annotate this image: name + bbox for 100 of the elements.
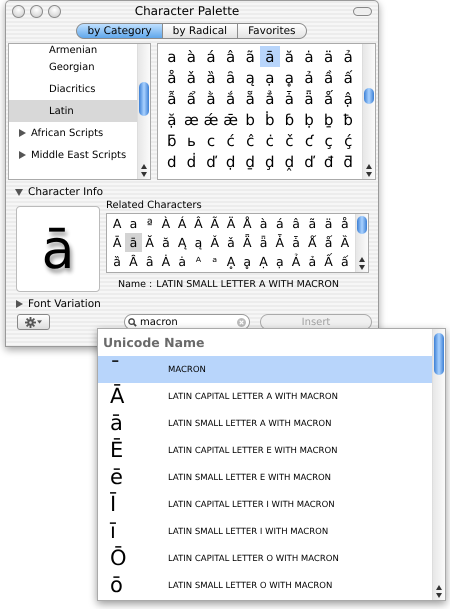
character-cell[interactable]: æ [182,109,202,130]
result-row[interactable]: Ō LATIN CAPITAL LETTER O WITH MACRON [98,545,432,572]
character-cell[interactable]: ạ [260,67,280,88]
scrollbar[interactable] [355,214,368,272]
disclosure-triangle-icon[interactable] [17,128,27,138]
character-cell[interactable]: A [109,214,126,233]
character-cell[interactable]: ả [299,67,319,88]
character-cell[interactable]: â [220,46,240,67]
character-cell[interactable]: Á [174,214,190,233]
scroll-up-arrow-icon[interactable] [359,257,365,262]
character-cell[interactable]: ḏ [240,151,260,172]
result-row[interactable]: Ā LATIN CAPITAL LETTER A WITH MACRON [98,383,432,410]
result-row[interactable]: ō LATIN SMALL LETTER O WITH MACRON [98,572,432,599]
character-cell[interactable]: ã [240,46,260,67]
character-cell[interactable]: ȁ [109,252,126,271]
character-cell[interactable]: ḁ [239,252,256,271]
character-cell[interactable]: á [272,214,288,233]
character-cell[interactable]: å [162,67,182,88]
tab[interactable]: by Radical [162,23,238,39]
character-cell[interactable]: à [182,46,202,67]
character-cell[interactable]: Ȁ [336,233,353,252]
character-cell[interactable]: ȧ [299,46,319,67]
character-cell[interactable]: ä [318,46,338,67]
scrollbar-thumb[interactable] [139,82,149,116]
character-cell[interactable]: ɓ [280,109,300,130]
character-cell[interactable]: ǡ [280,88,300,109]
category-group[interactable]: Middle East Scripts [9,144,137,166]
character-cell[interactable]: ǻ [320,233,337,252]
character-cell[interactable]: ḇ [318,109,338,130]
character-cell[interactable]: Ā [109,233,126,252]
character-cell[interactable]: ć [220,130,240,151]
character-cell[interactable]: ä [320,214,337,233]
character-cell[interactable]: ƌ [338,151,358,172]
character-cell[interactable]: c [201,130,221,151]
character-cell[interactable]: ậ [338,88,358,109]
tab[interactable]: by Category [76,23,163,39]
character-cell[interactable]: Ấ [320,252,337,271]
character-cell[interactable]: ã [304,214,320,233]
character-cell[interactable]: ď [201,151,221,172]
character-cell[interactable]: ḉ [338,130,358,151]
character-cell[interactable]: ǟ [255,233,272,252]
scroll-down-arrow-icon[interactable] [141,172,147,177]
character-cell[interactable]: Ǎ [206,233,223,252]
character-cell[interactable]: ǎ [222,233,240,252]
character-cell[interactable]: ă [158,233,174,252]
category-item[interactable]: Diacritics [9,78,137,100]
character-cell[interactable]: Ą [174,233,190,252]
character-cell[interactable]: Â [190,214,207,233]
character-cell[interactable]: ā [260,46,280,67]
character-cell[interactable]: ċ [260,130,280,151]
character-cell[interactable]: À [158,214,174,233]
scroll-down-arrow-icon[interactable] [359,265,365,270]
character-cell[interactable]: ą [190,233,207,252]
character-cell[interactable]: ấ [336,252,353,271]
character-cell[interactable]: č [280,130,300,151]
character-cell[interactable]: đ [318,151,338,172]
character-cell[interactable]: ᴬ [190,252,207,271]
scrollbar[interactable] [137,44,150,179]
character-cell[interactable]: ȃ [142,252,158,271]
character-cell[interactable]: Å [239,214,256,233]
character-cell[interactable]: Ȧ [158,252,174,271]
character-cell[interactable]: ç [318,130,338,151]
character-cell[interactable]: a [125,214,142,233]
character-cell[interactable]: ă [280,46,300,67]
character-cell[interactable]: d [162,151,182,172]
character-cell[interactable]: ĉ [240,130,260,151]
scroll-up-arrow-icon[interactable] [436,585,442,590]
character-cell[interactable]: ḋ [182,151,202,172]
result-row[interactable]: ā LATIN SMALL LETTER A WITH MACRON [98,410,432,437]
character-cell[interactable]: ą [240,67,260,88]
result-row[interactable]: ¯ MACRON [98,356,432,383]
toolbar-toggle-button[interactable] [353,6,372,16]
minimize-button[interactable] [30,4,43,18]
character-cell[interactable]: ȧ [174,252,190,271]
character-cell[interactable]: ấ [338,67,358,88]
character-cell[interactable]: ẵ [240,88,260,109]
search-text-input[interactable]: macron [140,316,234,328]
character-cell[interactable]: Ǟ [239,233,256,252]
character-cell[interactable]: ǻ [318,88,338,109]
scroll-down-arrow-icon[interactable] [436,593,442,598]
character-cell[interactable]: ā [125,233,142,252]
character-cell[interactable]: ặ [162,109,182,130]
character-cell[interactable]: ď [299,151,319,172]
result-row[interactable]: ē LATIN SMALL LETTER E WITH MACRON [98,464,432,491]
character-cell[interactable]: ǎ [182,67,202,88]
character-cell[interactable]: b [240,109,260,130]
category-group[interactable]: African Scripts [9,122,137,144]
category-item[interactable]: Latin [9,100,137,122]
character-cell[interactable]: Ḁ [222,252,240,271]
character-cell[interactable]: ả [338,46,358,67]
disclosure-triangle-icon[interactable] [14,299,24,309]
zoom-button[interactable] [48,4,61,18]
action-menu-button[interactable] [17,314,50,330]
character-cell[interactable]: ȃ [220,67,240,88]
character-cell[interactable]: ḁ [280,67,300,88]
scrollbar[interactable] [432,329,445,600]
character-cell[interactable]: ƈ [299,130,319,151]
scrollbar-thumb[interactable] [364,88,374,104]
character-cell[interactable]: å [336,214,353,233]
result-row[interactable]: Ē LATIN CAPITAL LETTER E WITH MACRON [98,437,432,464]
